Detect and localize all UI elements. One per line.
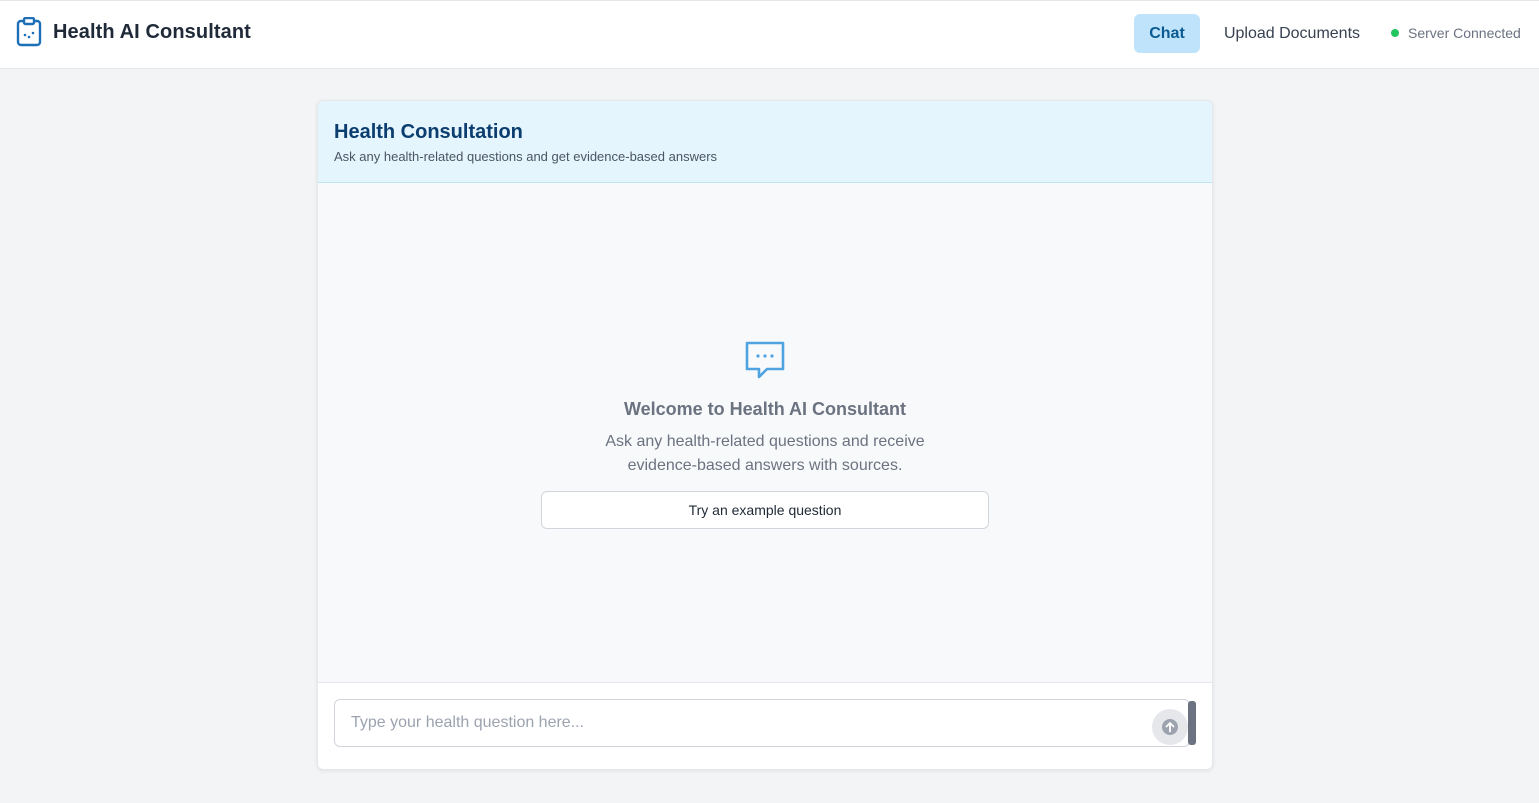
chat-bubble-icon	[745, 341, 785, 379]
question-input[interactable]	[334, 699, 1190, 747]
try-example-question-button[interactable]: Try an example question	[541, 491, 989, 529]
nav-upload-documents-button[interactable]: Upload Documents	[1212, 14, 1372, 53]
status-dot-icon	[1391, 29, 1399, 37]
composer	[334, 699, 1196, 747]
consultation-card: Health Consultation Ask any health-relat…	[317, 100, 1213, 770]
welcome-description: Ask any health-related questions and rec…	[605, 433, 925, 474]
app-title: Health AI Consultant	[53, 20, 251, 43]
top-navigation-bar: Health AI Consultant Chat Upload Documen…	[0, 0, 1539, 69]
server-status: Server Connected	[1391, 25, 1521, 41]
welcome-panel: Welcome to Health AI Consultant Ask any …	[318, 339, 1212, 478]
clipboard-icon	[16, 17, 42, 47]
send-button[interactable]	[1152, 709, 1188, 745]
input-resize-handle[interactable]	[1188, 701, 1196, 745]
arrow-up-icon	[1162, 719, 1178, 735]
consultation-title: Health Consultation	[334, 121, 523, 143]
welcome-title: Welcome to Health AI Consultant	[623, 399, 907, 419]
server-status-label: Server Connected	[1408, 25, 1521, 41]
consultation-header: Health Consultation Ask any health-relat…	[318, 101, 1212, 183]
consultation-subtitle: Ask any health-related questions and get…	[334, 149, 718, 164]
chat-messages-area[interactable]: Welcome to Health AI Consultant Ask any …	[318, 183, 1212, 683]
nav-chat-button[interactable]: Chat	[1134, 14, 1200, 53]
brand[interactable]: Health AI Consultant	[16, 17, 251, 47]
